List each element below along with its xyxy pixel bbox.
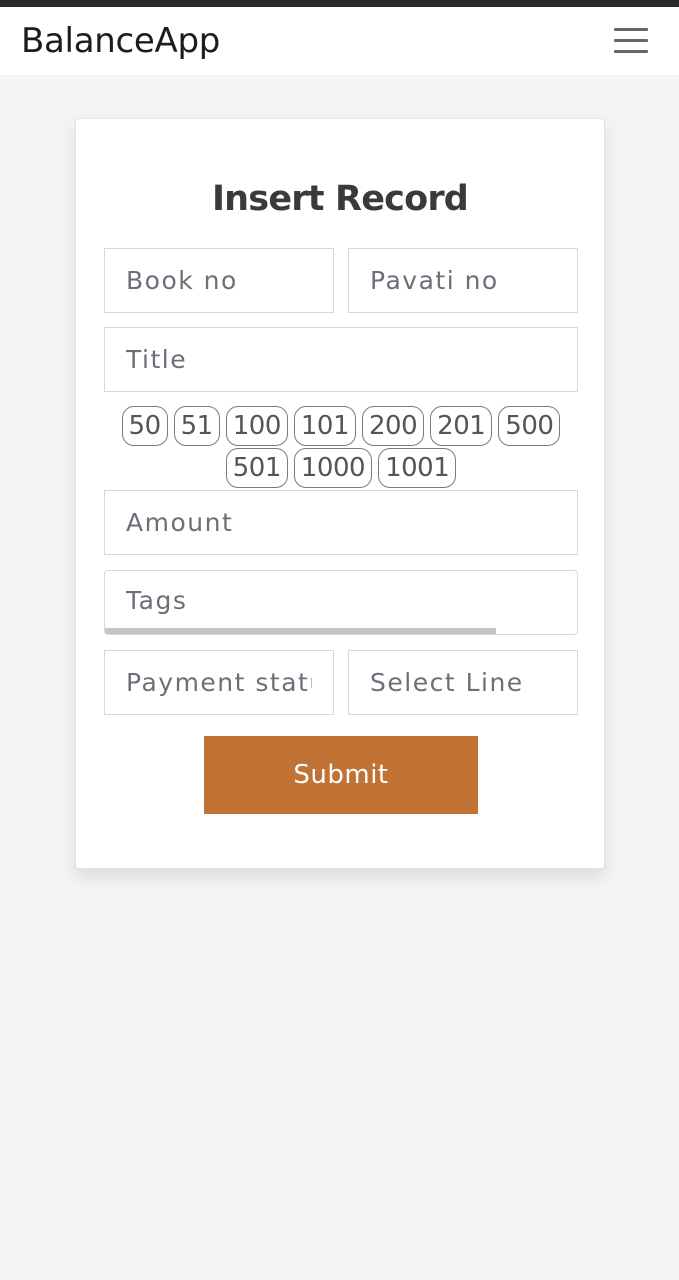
navbar: BalanceApp: [0, 7, 679, 75]
tags-input[interactable]: [105, 571, 577, 629]
amount-chip-50[interactable]: 50: [121, 406, 168, 446]
payment-status-input[interactable]: [104, 650, 334, 715]
submit-button[interactable]: Submit: [204, 736, 478, 814]
amount-input[interactable]: [104, 490, 578, 555]
hamburger-line: [614, 50, 648, 53]
hamburger-menu-icon[interactable]: [611, 26, 649, 56]
pavati-no-input[interactable]: [348, 248, 578, 313]
tags-field[interactable]: [104, 570, 578, 635]
hamburger-line: [614, 28, 648, 31]
amount-chip-row: 501 1000 1001: [104, 448, 578, 489]
title-input[interactable]: [104, 327, 578, 392]
amount-chip-row: 50 51 100 101 200 201 500: [104, 406, 578, 447]
select-line-input[interactable]: [348, 650, 578, 715]
hamburger-line: [614, 39, 648, 42]
book-no-input[interactable]: [104, 248, 334, 313]
form-title: Insert Record: [211, 179, 469, 219]
amount-chip-201[interactable]: 201: [430, 406, 493, 446]
amount-chip-1001[interactable]: 1001: [378, 448, 457, 488]
amount-chip-1000[interactable]: 1000: [293, 448, 373, 488]
amount-chip-100[interactable]: 100: [225, 406, 288, 446]
amount-chip-500[interactable]: 500: [498, 406, 561, 446]
insert-record-card: Insert Record 50 51 100 101 200 201 500 …: [75, 118, 605, 869]
amount-chip-101[interactable]: 101: [293, 406, 357, 446]
tags-scrollbar[interactable]: [105, 628, 496, 634]
amount-chip-200[interactable]: 200: [362, 406, 425, 446]
amount-chip-group: 50 51 100 101 200 201 500 501 1000 1001: [104, 406, 578, 490]
amount-chip-501[interactable]: 501: [225, 448, 288, 488]
amount-chip-51[interactable]: 51: [173, 406, 220, 446]
status-bar-strip: [0, 0, 679, 7]
brand-title[interactable]: BalanceApp: [21, 21, 220, 61]
